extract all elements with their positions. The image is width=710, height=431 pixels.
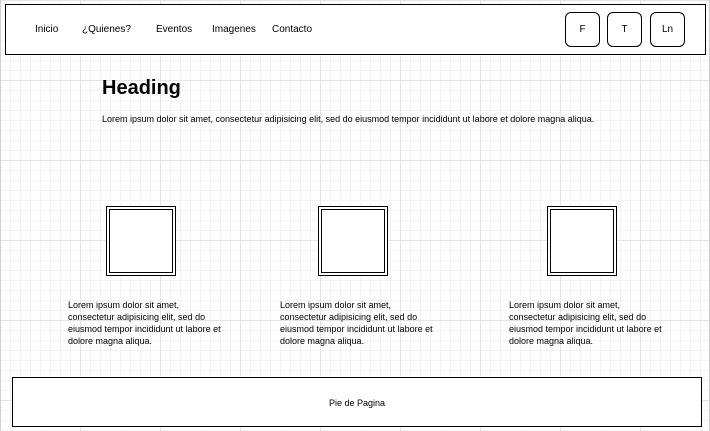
page-heading: Heading bbox=[102, 77, 181, 99]
card-text-3: Lorem ipsum dolor sit amet, consectetur … bbox=[509, 300, 662, 346]
image-placeholder-1 bbox=[106, 206, 176, 276]
image-placeholder-3 bbox=[547, 206, 617, 276]
nav-link-eventos[interactable]: Eventos bbox=[156, 24, 192, 36]
wireframe-page: Inicio ¿Quienes? Eventos Imagenes Contac… bbox=[0, 0, 710, 431]
card-text-2: Lorem ipsum dolor sit amet, consectetur … bbox=[280, 300, 433, 346]
image-placeholder-2 bbox=[318, 206, 388, 276]
nav-link-contacto[interactable]: Contacto bbox=[272, 24, 312, 36]
intro-paragraph: Lorem ipsum dolor sit amet, consectetur … bbox=[102, 114, 595, 124]
footer-text: Pie de Pagina bbox=[328, 398, 386, 408]
nav-link-imagenes[interactable]: Imagenes bbox=[212, 24, 256, 36]
nav-link-quienes[interactable]: ¿Quienes? bbox=[82, 24, 131, 36]
nav-link-inicio[interactable]: Inicio bbox=[35, 24, 58, 36]
navbar: Inicio ¿Quienes? Eventos Imagenes Contac… bbox=[5, 4, 706, 55]
footer: Pie de Pagina bbox=[12, 377, 702, 427]
linkedin-button[interactable]: Ln bbox=[650, 12, 685, 47]
twitter-button[interactable]: T bbox=[607, 12, 642, 47]
card-text-1: Lorem ipsum dolor sit amet, consectetur … bbox=[68, 300, 221, 346]
facebook-button[interactable]: F bbox=[565, 12, 600, 47]
